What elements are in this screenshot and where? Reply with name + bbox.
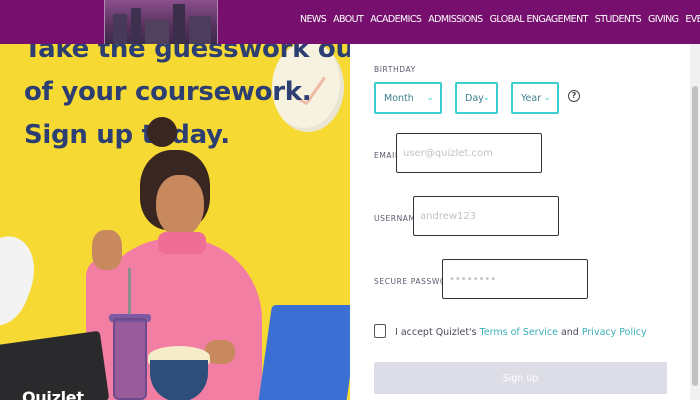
terms-checkbox[interactable] — [374, 324, 386, 338]
person-hair-bun — [147, 117, 177, 147]
nav-link-academics[interactable]: ACADEMICS — [370, 14, 422, 25]
nav-link-students[interactable]: STUDENTS — [595, 14, 642, 25]
skyline-building — [131, 8, 141, 44]
signup-button[interactable]: Sign up — [374, 362, 667, 394]
lamp-image — [0, 227, 46, 333]
chevron-down-icon: ⌄ — [543, 93, 551, 103]
password-field[interactable]: •••••••• — [442, 259, 588, 299]
cup-straw — [128, 268, 131, 318]
privacy-policy-link[interactable]: Privacy Policy — [582, 327, 647, 338]
terms-prefix: I accept Quizlet's — [395, 327, 480, 338]
top-navbar: NEWS ABOUT ACADEMICS ADMISSIONS GLOBAL E… — [0, 0, 700, 44]
nav-link-global-engagement[interactable]: GLOBAL ENGAGEMENT — [490, 14, 589, 25]
question-circle-icon[interactable]: ? — [568, 90, 580, 102]
email-placeholder: user@quizlet.com — [403, 147, 493, 159]
nav-link-events[interactable]: EVENTS — [685, 14, 700, 25]
terms-text: I accept Quizlet's Terms of Service and … — [395, 327, 647, 338]
username-field[interactable]: andrew123 — [413, 196, 559, 236]
birth-month-select[interactable]: Month ⌄ — [374, 82, 442, 114]
nav-links: NEWS ABOUT ACADEMICS ADMISSIONS GLOBAL E… — [300, 14, 700, 25]
nav-link-news[interactable]: NEWS — [300, 14, 327, 25]
person-face — [156, 175, 204, 237]
terms-of-service-link[interactable]: Terms of Service — [480, 327, 558, 338]
skyline-building — [189, 16, 211, 44]
username-placeholder: andrew123 — [420, 210, 477, 222]
promo-heading-line: of your coursework. — [24, 77, 312, 107]
chevron-down-icon: ⌄ — [482, 93, 490, 103]
quizlet-logo: Quizlet — [22, 388, 84, 400]
skyline-building — [145, 20, 169, 44]
email-field[interactable]: user@quizlet.com — [396, 133, 542, 173]
birth-year-value: Year — [521, 92, 542, 104]
terms-and: and — [557, 327, 582, 338]
scrollbar-thumb[interactable] — [692, 86, 698, 386]
birthday-label: BIRTHDAY — [374, 65, 416, 74]
birth-day-select[interactable]: Day ⌄ — [455, 82, 498, 114]
signup-page: Take the guesswork out of your coursewor… — [0, 0, 700, 400]
nav-link-admissions[interactable]: ADMISSIONS — [428, 14, 483, 25]
chevron-down-icon: ⌄ — [426, 93, 434, 103]
person-collar — [158, 232, 206, 254]
drink-cup-image — [113, 318, 147, 400]
skyline-building — [173, 4, 185, 44]
nav-link-giving[interactable]: GIVING — [648, 14, 679, 25]
site-logo-image[interactable] — [104, 0, 218, 44]
password-placeholder: •••••••• — [449, 273, 497, 285]
nav-link-about[interactable]: ABOUT — [333, 14, 364, 25]
birth-month-value: Month — [384, 92, 414, 104]
laptop-image — [257, 305, 350, 400]
person-fist — [92, 230, 122, 270]
skyline-building — [113, 14, 127, 44]
birth-year-select[interactable]: Year ⌄ — [511, 82, 559, 114]
promo-panel: Take the guesswork out of your coursewor… — [0, 0, 350, 400]
birth-day-value: Day — [465, 92, 484, 104]
